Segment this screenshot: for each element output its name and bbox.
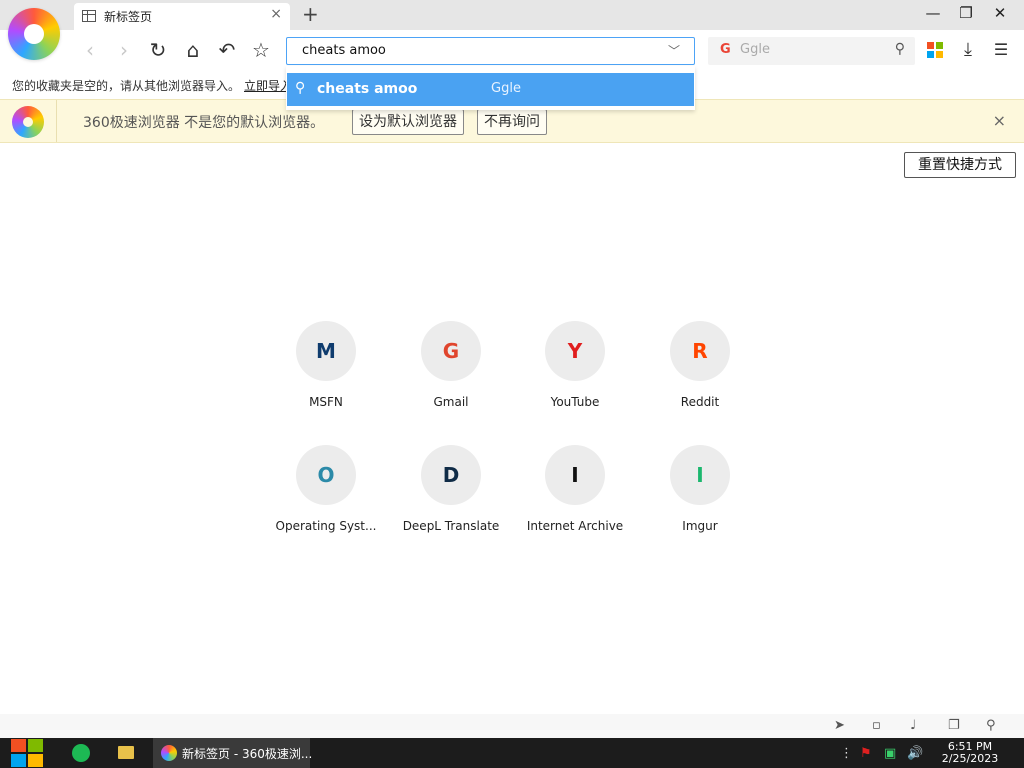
back-button[interactable]: ‹	[77, 38, 103, 62]
browser-logo-icon	[12, 106, 44, 138]
network-icon[interactable]: ▣	[884, 746, 896, 761]
google-logo-icon: G	[720, 42, 731, 57]
suggestion-source: Ggle	[491, 81, 521, 96]
tab-strip: 新标签页 × + — ❐ ✕	[0, 0, 1024, 30]
tab-grid-icon	[82, 10, 96, 22]
search-placeholder[interactable]: Ggle	[740, 42, 770, 57]
shortcut-msfn[interactable]: M MSFN	[266, 321, 386, 421]
speaker-icon[interactable]: ♩	[910, 718, 916, 733]
tab-close-icon[interactable]: ×	[270, 6, 282, 22]
shortcut-operating-systems[interactable]: O Operating Syst...	[266, 445, 386, 545]
infobar-message: 360极速浏览器 不是您的默认浏览器。	[83, 115, 325, 131]
shortcut-letter-icon: M	[296, 321, 356, 381]
close-window-button[interactable]: ✕	[987, 4, 1013, 22]
rocket-icon[interactable]: ➤	[834, 718, 845, 733]
undo-close-tab-button[interactable]: ↶	[214, 38, 240, 62]
restore-button[interactable]: ❐	[953, 4, 979, 22]
shortcut-label: YouTube	[550, 395, 600, 409]
taskbar-browser-window[interactable]: 新标签页 - 360极速浏...	[153, 738, 313, 768]
reload-button[interactable]: ↻	[145, 38, 171, 62]
shortcut-label: Operating Syst...	[275, 519, 377, 533]
shortcut-letter-icon: Y	[545, 321, 605, 381]
minimize-button[interactable]: —	[920, 4, 946, 22]
bookmark-star-button[interactable]: ☆	[248, 38, 274, 62]
search-box[interactable]: G Ggle ⚲	[708, 37, 915, 65]
shortcut-label: Imgur	[682, 519, 718, 533]
reset-shortcuts-button[interactable]: 重置快捷方式	[904, 152, 1016, 178]
trash-icon[interactable]: ▫	[872, 718, 881, 733]
shortcut-label: MSFN	[309, 395, 343, 409]
chevron-down-icon[interactable]: ﹀	[668, 42, 680, 59]
shortcut-letter-icon: I	[545, 445, 605, 505]
clock[interactable]: 6:51 PM 2/25/2023	[938, 741, 1002, 765]
new-tab-button[interactable]: +	[302, 2, 319, 26]
shortcut-youtube[interactable]: Y YouTube	[515, 321, 635, 421]
flag-icon[interactable]: ⚑	[860, 746, 872, 761]
shortcut-deepl[interactable]: D DeepL Translate	[391, 445, 511, 545]
volume-icon[interactable]: 🔊	[907, 746, 923, 761]
forward-button[interactable]: ›	[111, 38, 137, 62]
taskbar: 新标签页 - 360极速浏... ⋮ ⚑ ▣ 🔊 6:51 PM 2/25/20…	[0, 738, 1024, 768]
shortcut-label: Gmail	[433, 395, 469, 409]
shortcut-label: Reddit	[680, 395, 720, 409]
dont-ask-again-button[interactable]: 不再询问	[477, 109, 547, 135]
shortcut-letter-icon: O	[296, 445, 356, 505]
shortcut-reddit[interactable]: R Reddit	[640, 321, 760, 421]
taskbar-window-title: 新标签页 - 360极速浏...	[182, 747, 313, 761]
address-bar[interactable]: cheats amoo ﹀	[286, 37, 695, 65]
shortcut-imgur[interactable]: I Imgur	[640, 445, 760, 545]
tab-new-tab[interactable]: 新标签页 ×	[74, 3, 290, 30]
close-icon[interactable]: ×	[993, 111, 1006, 130]
menu-button[interactable]: ☰	[988, 38, 1014, 62]
search-icon[interactable]: ⚲	[895, 41, 905, 57]
address-input[interactable]: cheats amoo	[302, 43, 386, 58]
import-bookmarks-link[interactable]: 立即导入	[244, 77, 292, 94]
search-icon[interactable]: ⚲	[986, 718, 996, 733]
bookmarks-empty-message: 您的收藏夹是空的，请从其他浏览器导入。	[12, 79, 241, 93]
shortcut-letter-icon: R	[670, 321, 730, 381]
shortcut-gmail[interactable]: G Gmail	[391, 321, 511, 421]
search-icon: ⚲	[295, 80, 306, 96]
suggestion-item[interactable]: ⚲ cheats amoo Ggle	[287, 73, 694, 106]
tab-title: 新标签页	[104, 10, 153, 24]
shortcut-letter-icon: D	[421, 445, 481, 505]
shortcut-label: Internet Archive	[526, 519, 624, 533]
spotify-icon[interactable]	[72, 744, 90, 762]
shortcut-letter-icon: I	[670, 445, 730, 505]
shortcut-letter-icon: G	[421, 321, 481, 381]
browser-logo-icon	[161, 745, 177, 761]
browser-logo-icon[interactable]	[8, 8, 60, 60]
set-default-button[interactable]: 设为默认浏览器	[352, 109, 464, 135]
shortcut-internet-archive[interactable]: I Internet Archive	[515, 445, 635, 545]
file-explorer-icon[interactable]	[118, 746, 134, 759]
clock-date: 2/25/2023	[941, 752, 999, 765]
start-button[interactable]	[10, 738, 44, 768]
status-bar: ➤ ▫ ♩ ❐ ⚲	[0, 714, 1024, 738]
suggestion-text: cheats amoo	[317, 81, 418, 97]
download-button[interactable]: ⤓	[955, 38, 981, 62]
overflow-icon[interactable]: ⋮	[840, 746, 853, 761]
shortcut-label: DeepL Translate	[402, 519, 500, 533]
home-button[interactable]: ⌂	[180, 38, 206, 62]
window-icon[interactable]: ❐	[948, 718, 960, 733]
apps-icon[interactable]	[927, 42, 943, 58]
autocomplete-dropdown: ⚲ cheats amoo Ggle	[286, 66, 695, 110]
divider	[56, 100, 57, 142]
